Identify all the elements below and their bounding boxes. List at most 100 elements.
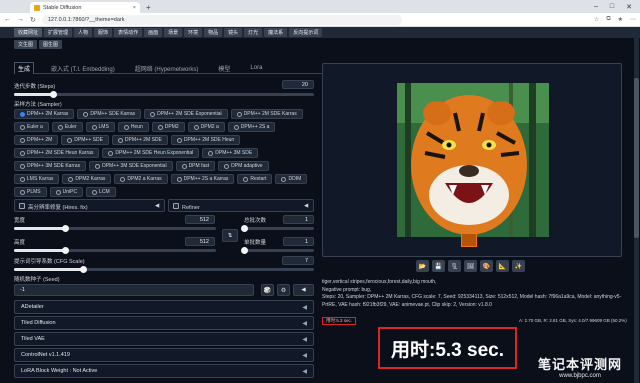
accordion-arrow-icon[interactable]: ◀ — [302, 368, 307, 375]
bookmark-button[interactable]: 服饰 — [94, 28, 113, 37]
radio-icon[interactable] — [236, 111, 242, 117]
sampler-option[interactable]: DDIM — [275, 174, 308, 184]
bookmark-button[interactable]: 环境 — [184, 28, 203, 37]
refiner-panel[interactable]: Refiner ◀ — [168, 199, 314, 212]
radio-icon[interactable] — [117, 137, 123, 143]
radio-icon[interactable] — [176, 137, 182, 143]
sampler-option[interactable]: DPM adaptive — [218, 161, 269, 171]
sampler-option[interactable]: DPM++ 2M Karras — [14, 109, 75, 119]
radio-icon[interactable] — [20, 137, 25, 143]
bookmark-button[interactable]: 场景 — [164, 28, 183, 37]
generated-image[interactable] — [397, 83, 549, 237]
sampler-option[interactable]: DPM++ SDE — [61, 135, 109, 145]
radio-icon[interactable] — [281, 176, 287, 182]
accordion-arrow-icon[interactable]: ◀ — [302, 336, 307, 343]
star-icon[interactable]: ☆ — [594, 16, 599, 23]
radio-icon[interactable] — [208, 150, 214, 156]
sampler-option[interactable]: DPM++ SDE Karras — [77, 109, 142, 119]
tab-item[interactable]: 生成 — [14, 62, 35, 74]
tab-item[interactable]: 模型 — [215, 62, 233, 74]
sampler-option[interactable]: DPM++ 2S a — [227, 122, 276, 132]
toolbar-button[interactable]: 📐 — [496, 260, 509, 272]
radio-icon[interactable] — [20, 163, 25, 169]
radio-icon[interactable] — [123, 124, 129, 130]
favorites-icon[interactable]: ★ — [618, 16, 623, 23]
sampler-option[interactable]: DPM++ 2M SDE — [111, 135, 168, 145]
radio-icon[interactable] — [68, 176, 74, 182]
tab-item[interactable]: Lora — [247, 62, 265, 74]
height-slider[interactable] — [14, 247, 216, 254]
refiner-arrow-icon[interactable]: ◀ — [304, 203, 308, 209]
refiner-checkbox[interactable] — [173, 203, 179, 209]
cfg-input[interactable]: 7 — [282, 256, 314, 265]
sampler-option[interactable]: DPM++ 2M SDE Karras — [230, 109, 303, 119]
radio-icon[interactable] — [20, 150, 25, 156]
dice-icon[interactable]: 🎲 — [261, 284, 274, 296]
accordion-0[interactable]: ADetailer ◀ — [14, 300, 314, 314]
toolbar-button[interactable]: 📂 — [416, 260, 429, 272]
sampler-option[interactable]: Heun — [117, 122, 149, 132]
page-scrollbar[interactable] — [634, 38, 639, 383]
reload-icon[interactable]: ↻ — [30, 16, 36, 24]
browser-tab[interactable]: Stable Diffusion × — [30, 2, 140, 13]
back-icon[interactable]: ← — [4, 16, 11, 23]
mode-button[interactable]: 图生图 — [39, 40, 63, 49]
radio-icon[interactable] — [20, 176, 25, 182]
accordion-4[interactable]: LoRA Block Weight : Not Active ◀ — [14, 364, 314, 378]
radio-icon[interactable] — [67, 137, 73, 143]
sampler-option[interactable]: DPM++ 2M SDE Heun — [170, 135, 241, 145]
toolbar-button[interactable]: ✨ — [512, 260, 525, 272]
accordion-3[interactable]: ControlNet v1.1.419 ◀ — [14, 348, 314, 362]
width-input[interactable]: 512 — [185, 215, 215, 224]
radio-icon[interactable] — [20, 111, 25, 117]
toolbar-button[interactable]: 🖼 — [464, 260, 477, 272]
radio-icon[interactable] — [57, 124, 63, 130]
sampler-option[interactable]: DPM++ 2M SDE Heun Karras — [14, 148, 100, 158]
scrollbar-thumb[interactable] — [634, 78, 639, 238]
sampler-option[interactable]: Euler — [51, 122, 83, 132]
steps-slider[interactable] — [14, 91, 314, 98]
toolbar-button[interactable]: 🎨 — [480, 260, 493, 272]
bookmark-button[interactable]: 物品 — [204, 28, 223, 37]
radio-icon[interactable] — [91, 124, 97, 130]
minimize-icon[interactable]: – — [594, 3, 598, 10]
toolbar-button[interactable]: 💾 — [432, 260, 445, 272]
mode-button[interactable]: 文生图 — [14, 40, 38, 49]
steps-input[interactable]: 20 — [282, 80, 314, 89]
radio-icon[interactable] — [55, 189, 61, 195]
bookmark-button[interactable]: 镜头 — [224, 28, 243, 37]
width-slider[interactable] — [14, 225, 216, 232]
hires-fix-panel[interactable]: 高分辨率修复 (Hires. fix) ◀ — [14, 199, 165, 212]
menu-icon[interactable]: ⋯ — [630, 16, 636, 23]
sampler-option[interactable]: LCM — [86, 187, 116, 197]
bookmark-button[interactable]: 魔法系 — [264, 28, 288, 37]
cfg-slider[interactable] — [14, 266, 314, 273]
bookmark-button[interactable]: 灯光 — [244, 28, 263, 37]
sampler-option[interactable]: DPM++ 2M SDE Exponential — [144, 109, 228, 119]
radio-icon[interactable] — [95, 163, 101, 169]
bookmark-button[interactable]: 收藏网址 — [14, 28, 43, 37]
seed-extra-arrow-icon[interactable]: ◀ — [293, 284, 314, 296]
sampler-option[interactable]: DPM++ 2S a Karras — [170, 174, 235, 184]
sampler-option[interactable]: PLMS — [14, 187, 47, 197]
radio-icon[interactable] — [181, 163, 187, 169]
extensions-icon[interactable]: ⧉ — [606, 16, 610, 23]
bookmark-button[interactable]: 扩展管理 — [44, 28, 73, 37]
close-window-icon[interactable]: ✕ — [626, 3, 632, 11]
accordion-arrow-icon[interactable]: ◀ — [302, 320, 307, 327]
url-field[interactable]: 127.0.0.1:7860/?__theme=dark — [41, 14, 402, 25]
radio-icon[interactable] — [224, 163, 230, 169]
radio-icon[interactable] — [20, 189, 25, 195]
radio-icon[interactable] — [193, 124, 199, 130]
sampler-option[interactable]: UniPC — [49, 187, 84, 197]
radio-icon[interactable] — [20, 124, 25, 130]
sampler-option[interactable]: DPM2 a — [187, 122, 225, 132]
radio-icon[interactable] — [108, 150, 114, 156]
bookmark-button[interactable]: 画面 — [144, 28, 163, 37]
height-input[interactable]: 512 — [185, 237, 215, 246]
sampler-option[interactable]: Restart — [237, 174, 273, 184]
maximize-icon[interactable]: □ — [610, 3, 614, 10]
accordion-2[interactable]: Tiled VAE ◀ — [14, 332, 314, 346]
radio-icon[interactable] — [92, 189, 98, 195]
sampler-option[interactable]: DPM++ 2M SDE Heun Exponential — [102, 148, 200, 158]
